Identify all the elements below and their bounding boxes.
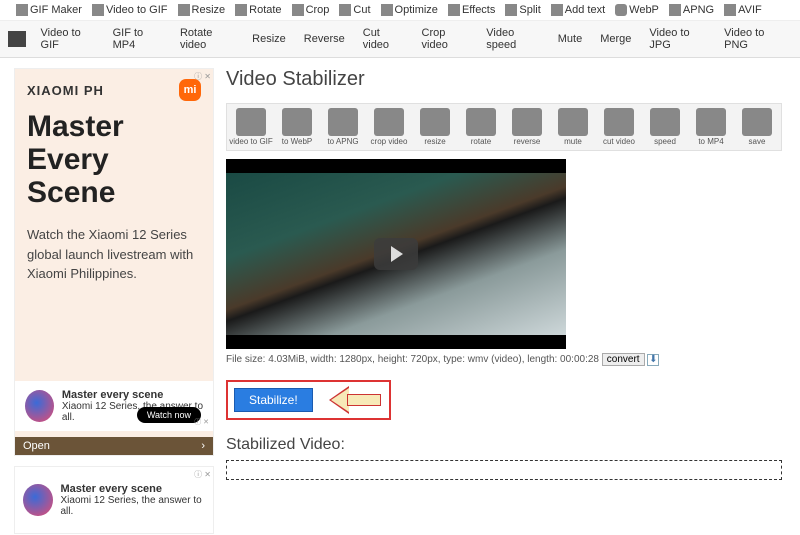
secnav-crop-video[interactable]: Crop video: [414, 23, 477, 55]
secnav-resize[interactable]: Resize: [244, 29, 294, 49]
tool-toolbar: video to GIF to WebP to APNG crop video …: [226, 103, 782, 151]
ad2-sub: Xiaomi 12 Series, the answer to all.: [61, 495, 202, 517]
secnav-reverse[interactable]: Reverse: [296, 29, 353, 49]
apng-icon: [669, 4, 681, 16]
ad-banner-2[interactable]: ⓘ ✕ Master every scene Xiaomi 12 Series,…: [14, 466, 214, 534]
stabilized-heading: Stabilized Video:: [226, 436, 782, 454]
video-to-gif-tool-icon: [236, 108, 266, 136]
effects-icon: [448, 4, 460, 16]
ad-copy: Watch the Xiaomi 12 Series global launch…: [27, 225, 201, 284]
resize-tool-icon: [420, 108, 450, 136]
video-preview[interactable]: [226, 159, 566, 349]
camera-icon: [8, 31, 26, 47]
arrow-annotation-icon: [331, 386, 383, 414]
tool-to-webp[interactable]: to WebP: [275, 108, 319, 146]
webp-icon: [615, 4, 627, 16]
split-icon: [505, 4, 517, 16]
ad-info-badge-3[interactable]: ⓘ ✕: [194, 469, 211, 480]
ad-brand: XIAOMI PH: [27, 83, 201, 98]
tool-save[interactable]: save: [735, 108, 779, 146]
ad-headline: Master Every Scene: [27, 110, 201, 209]
avif-icon: [724, 4, 736, 16]
secnav-video-to-jpg[interactable]: Video to JPG: [641, 23, 714, 55]
nav-avif[interactable]: AVIF: [720, 2, 766, 18]
secondary-nav: Video to GIF GIF to MP4 Rotate video Res…: [0, 21, 800, 58]
resize-icon: [178, 4, 190, 16]
stabilized-result-box: [226, 460, 782, 480]
orb-icon-2: [23, 484, 53, 516]
nav-video-to-gif[interactable]: Video to GIF: [88, 2, 172, 18]
rotate-icon: [235, 4, 247, 16]
secnav-mute[interactable]: Mute: [550, 29, 590, 49]
download-icon[interactable]: ⬇: [647, 354, 659, 366]
tool-to-apng[interactable]: to APNG: [321, 108, 365, 146]
action-row: Stabilize!: [226, 380, 391, 420]
play-button-icon[interactable]: [374, 238, 418, 270]
webp-tool-icon: [282, 108, 312, 136]
tool-reverse[interactable]: reverse: [505, 108, 549, 146]
ad-sub-head: Master every scene: [62, 389, 164, 401]
gif-maker-icon: [16, 4, 28, 16]
nav-split[interactable]: Split: [501, 2, 544, 18]
secnav-cut-video[interactable]: Cut video: [355, 23, 412, 55]
tool-cut-video[interactable]: cut video: [597, 108, 641, 146]
nav-effects[interactable]: Effects: [444, 2, 499, 18]
nav-rotate[interactable]: Rotate: [231, 2, 285, 18]
page-title: Video Stabilizer: [226, 68, 782, 91]
secnav-video-to-png[interactable]: Video to PNG: [716, 23, 791, 55]
watch-now-button[interactable]: Watch now: [137, 407, 201, 423]
secnav-video-to-gif[interactable]: Video to GIF: [33, 23, 103, 55]
main-content: Video Stabilizer video to GIF to WebP to…: [210, 58, 800, 534]
crop-tool-icon: [374, 108, 404, 136]
secnav-gif-to-mp4[interactable]: GIF to MP4: [105, 23, 170, 55]
ad-open-button[interactable]: Open›: [15, 437, 213, 455]
mute-tool-icon: [558, 108, 588, 136]
add-text-icon: [551, 4, 563, 16]
crop-icon: [292, 4, 304, 16]
nav-webp[interactable]: WebP: [611, 2, 663, 18]
nav-apng[interactable]: APNG: [665, 2, 718, 18]
secnav-rotate-video[interactable]: Rotate video: [172, 23, 242, 55]
speed-tool-icon: [650, 108, 680, 136]
tool-crop-video[interactable]: crop video: [367, 108, 411, 146]
nav-gif-maker[interactable]: GIF Maker: [12, 2, 86, 18]
secnav-video-speed[interactable]: Video speed: [478, 23, 548, 55]
stabilize-button[interactable]: Stabilize!: [234, 388, 313, 412]
video-to-gif-icon: [92, 4, 104, 16]
save-tool-icon: [742, 108, 772, 136]
apng-tool-icon: [328, 108, 358, 136]
tool-mute[interactable]: mute: [551, 108, 595, 146]
nav-cut[interactable]: Cut: [335, 2, 374, 18]
reverse-tool-icon: [512, 108, 542, 136]
nav-crop[interactable]: Crop: [288, 2, 334, 18]
chevron-right-icon: ›: [201, 440, 205, 452]
cut-icon: [339, 4, 351, 16]
orb-icon: [25, 390, 54, 422]
rotate-tool-icon: [466, 108, 496, 136]
top-nav: GIF Maker Video to GIF Resize Rotate Cro…: [0, 0, 800, 21]
ad-info-badge-2[interactable]: ⓘ ✕: [194, 417, 209, 427]
sidebar: ⓘ ✕ XIAOMI PH mi Master Every Scene Watc…: [0, 58, 210, 534]
tool-rotate[interactable]: rotate: [459, 108, 503, 146]
tool-to-mp4[interactable]: to MP4: [689, 108, 733, 146]
mp4-tool-icon: [696, 108, 726, 136]
nav-resize[interactable]: Resize: [174, 2, 230, 18]
xiaomi-logo-icon: mi: [179, 79, 201, 101]
ad-sub-card: Master every scene Xiaomi 12 Series, the…: [15, 381, 213, 431]
secnav-merge[interactable]: Merge: [592, 29, 639, 49]
nav-optimize[interactable]: Optimize: [377, 2, 442, 18]
nav-add-text[interactable]: Add text: [547, 2, 609, 18]
convert-button[interactable]: convert: [602, 353, 645, 366]
ad2-head: Master every scene: [61, 483, 163, 495]
file-info: File size: 4.03MiB, width: 1280px, heigh…: [226, 353, 782, 366]
optimize-icon: [381, 4, 393, 16]
tool-speed[interactable]: speed: [643, 108, 687, 146]
tool-video-to-gif[interactable]: video to GIF: [229, 108, 273, 146]
cut-tool-icon: [604, 108, 634, 136]
tool-resize[interactable]: resize: [413, 108, 457, 146]
ad-banner-1[interactable]: ⓘ ✕ XIAOMI PH mi Master Every Scene Watc…: [14, 68, 214, 456]
